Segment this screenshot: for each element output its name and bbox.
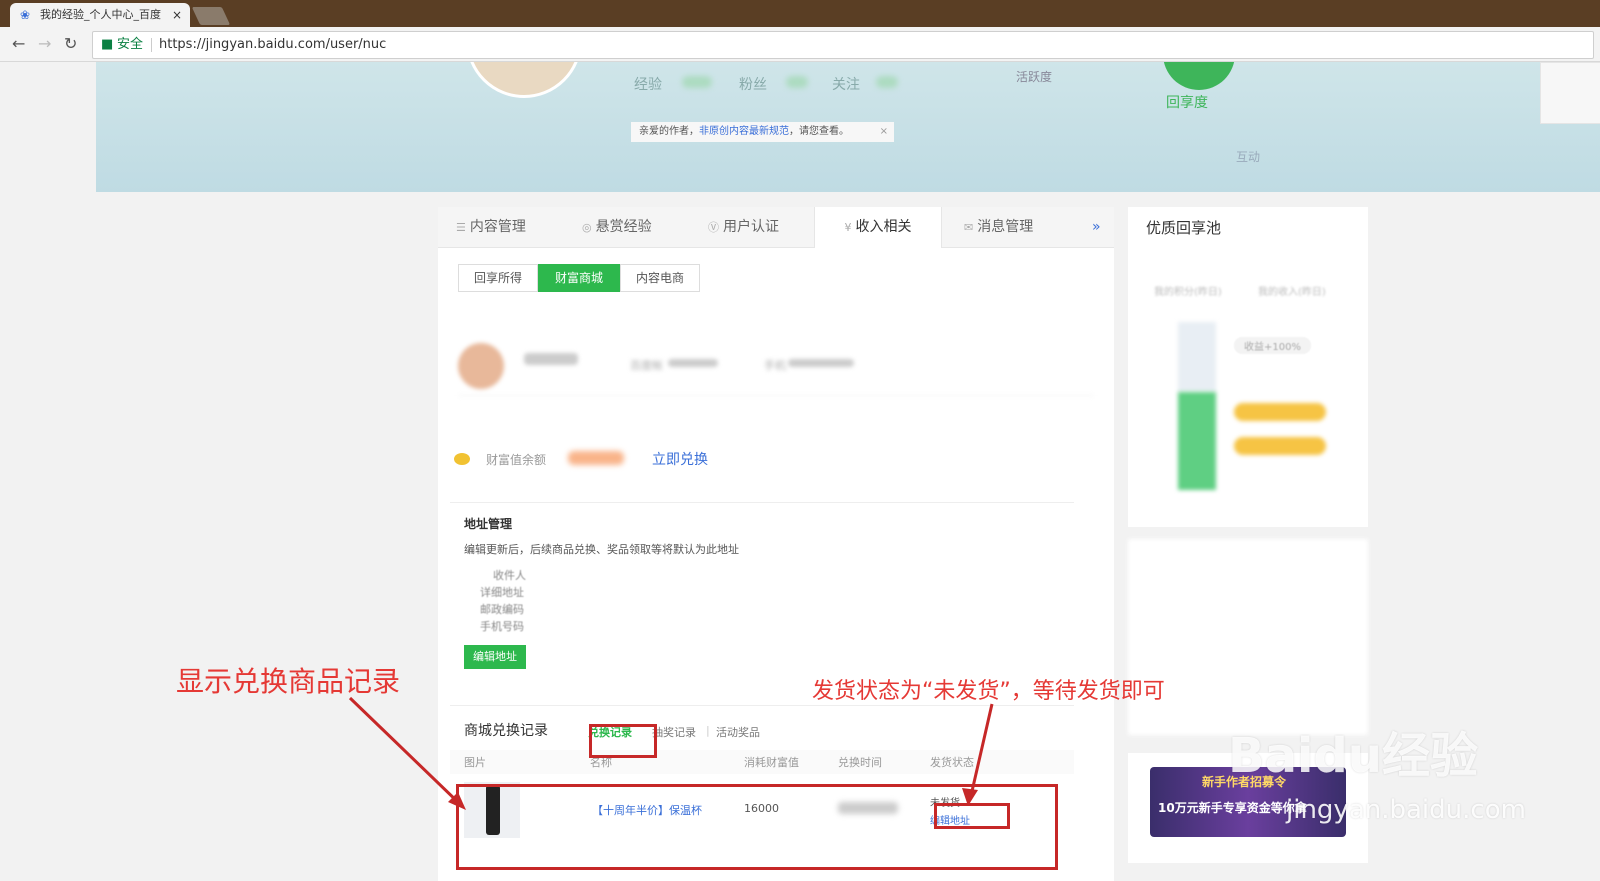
watermark-domain: jingyan.baidu.com [1286, 795, 1526, 825]
watermark-brand: Baidu经验 [1228, 728, 1478, 784]
arrow-left-line [348, 696, 464, 808]
arrow-right-line [968, 703, 994, 801]
arrow-right-head [962, 788, 978, 806]
